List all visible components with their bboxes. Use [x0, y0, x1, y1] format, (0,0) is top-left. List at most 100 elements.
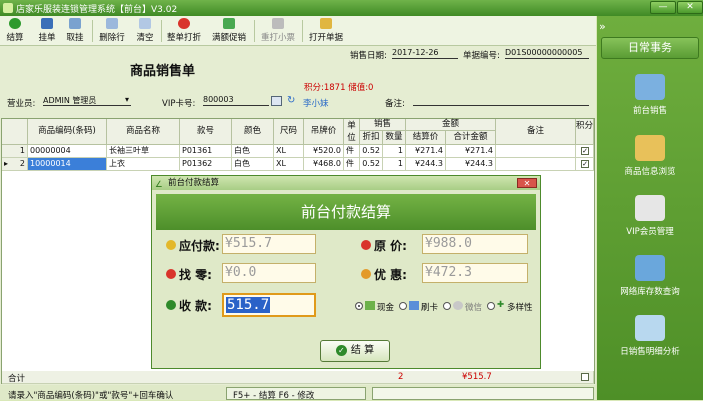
hotkey-text: F5+ - 结算 F6 - 修改	[233, 391, 315, 401]
cell-total[interactable]: ¥271.4	[446, 145, 496, 158]
member-card-icon	[635, 195, 665, 221]
col-header-style[interactable]: 款号	[180, 119, 232, 145]
sale-date-field[interactable]: 2017-12-26	[392, 48, 458, 59]
received-input[interactable]: 515.7	[222, 293, 316, 317]
points-checkbox[interactable]: ✓	[581, 160, 589, 168]
points-checkbox[interactable]: ✓	[581, 147, 589, 155]
col-header-name[interactable]: 商品名称	[107, 119, 180, 145]
row-pointer-icon: ▸	[4, 159, 9, 168]
pay-cash-radio[interactable]	[355, 302, 363, 310]
cell-color[interactable]: 白色	[232, 158, 274, 171]
footer-checkbox[interactable]	[581, 373, 589, 381]
col-header-size[interactable]: 尺码	[274, 119, 304, 145]
col-header-points[interactable]: 积分	[576, 119, 594, 145]
col-header-unit-price[interactable]: 结算价	[406, 131, 446, 145]
cell-name[interactable]: 长袖三叶草	[107, 145, 180, 158]
cell-unit-price[interactable]: ¥244.3	[406, 158, 446, 171]
cell-total[interactable]: ¥244.3	[446, 158, 496, 171]
cell-unit[interactable]: 件	[344, 145, 360, 158]
discount-field[interactable]: ¥472.3	[422, 263, 528, 283]
cell-style[interactable]: P01361	[180, 145, 232, 158]
vip-input[interactable]: 800003	[203, 95, 269, 106]
bill-no-field[interactable]: D01S00000000005	[505, 48, 589, 59]
open-bill-button[interactable]: 打开单据	[307, 18, 345, 44]
col-header-remark[interactable]: 备注	[496, 119, 576, 145]
card-icon[interactable]	[271, 96, 282, 106]
cell-qty[interactable]: 1	[383, 158, 406, 171]
row-index[interactable]: ▸ 2	[2, 158, 28, 171]
payable-field[interactable]: ¥515.7	[222, 234, 316, 254]
checkout-button[interactable]: 结算	[3, 18, 27, 44]
col-header-price[interactable]: 吊牌价	[304, 119, 344, 145]
close-button[interactable]: ✕	[677, 1, 703, 14]
wechat-icon	[453, 301, 463, 310]
received-label: 收 款:	[179, 299, 212, 313]
cell-size[interactable]: XL	[274, 145, 304, 158]
cell-unit[interactable]: 件	[344, 158, 360, 171]
col-group-amount: 金额	[406, 119, 496, 131]
whole-discount-label: 整单打折	[166, 33, 201, 43]
pay-mixed-radio[interactable]	[487, 302, 495, 310]
pay-mixed-label[interactable]: 多样性	[507, 301, 533, 313]
vip-label: VIP卡号:	[162, 99, 196, 109]
cell-remark[interactable]	[496, 145, 576, 158]
cell-price[interactable]: ¥468.0	[304, 158, 344, 171]
col-header-code[interactable]: 商品编码(条码)	[28, 119, 107, 145]
cell-price[interactable]: ¥520.0	[304, 145, 344, 158]
toolbar-divider	[92, 20, 93, 42]
col-header-color[interactable]: 颜色	[232, 119, 274, 145]
discount-label: 优 惠:	[374, 268, 407, 282]
cell-name[interactable]: 上衣	[107, 158, 180, 171]
delete-row-button[interactable]: 删除行	[97, 18, 127, 44]
pay-cash-label[interactable]: 现金	[377, 301, 394, 313]
promotion-button[interactable]: 满额促销	[210, 18, 248, 44]
col-header-qty[interactable]: 数量	[383, 131, 406, 145]
cell-unit-price[interactable]: ¥271.4	[406, 145, 446, 158]
retrieve-hold-button[interactable]: 取挂	[63, 18, 87, 44]
settle-button[interactable]: ✓ 结 算	[320, 340, 390, 362]
pay-wechat-radio[interactable]	[443, 302, 451, 310]
original-price-field[interactable]: ¥988.0	[422, 234, 528, 254]
reprint-button[interactable]: 重打小票	[259, 18, 297, 44]
checkout-label: 结算	[6, 33, 24, 43]
hold-button[interactable]: 挂单	[35, 18, 59, 44]
cell-color[interactable]: 白色	[232, 145, 274, 158]
remark-input[interactable]	[413, 95, 589, 106]
close-icon[interactable]: ✕	[517, 178, 537, 188]
window-title: 店家乐服装连锁管理系统【前台】V3.02	[16, 5, 178, 15]
payment-dialog: ∠ 前台付款结算 ✕ 前台付款结算 应付款: ¥515.7 原 价: ¥988.…	[151, 175, 541, 369]
cell-discount[interactable]: 0.52	[360, 145, 383, 158]
clerk-select[interactable]: ADMIN 管理员 ▾	[43, 95, 131, 106]
col-header-unit[interactable]: 单位	[344, 119, 360, 145]
nav-daily-analysis[interactable]: 日销售明细分析	[601, 313, 699, 365]
minimize-button[interactable]: —	[650, 1, 676, 14]
nav-label: 日销售明细分析	[620, 347, 680, 357]
cell-size[interactable]: XL	[274, 158, 304, 171]
double-chevron-icon[interactable]: »	[599, 20, 606, 33]
cell-code[interactable]: 00000004	[28, 145, 107, 158]
cell-qty[interactable]: 1	[383, 145, 406, 158]
nav-stock-query[interactable]: 网络库存数查询	[601, 253, 699, 305]
row-index[interactable]: 1	[2, 145, 28, 158]
chevron-down-icon[interactable]: ▾	[125, 95, 129, 104]
cell-discount[interactable]: 0.52	[360, 158, 383, 171]
clear-label: 清空	[136, 33, 154, 43]
promotion-label: 满额促销	[211, 33, 246, 43]
pay-wechat-label[interactable]: 微信	[465, 301, 482, 313]
nav-front-sales[interactable]: 前台销售	[601, 72, 699, 124]
clear-button[interactable]: 清空	[133, 18, 157, 44]
open-bill-label: 打开单据	[308, 33, 343, 43]
cash-register-icon	[635, 74, 665, 100]
col-header-total[interactable]: 合计金额	[446, 131, 496, 145]
col-header-discount[interactable]: 折扣	[360, 131, 383, 145]
pay-card-radio[interactable]	[399, 302, 407, 310]
cell-code[interactable]: 10000014	[28, 158, 107, 171]
nav-vip-management[interactable]: VIP会员管理	[601, 193, 699, 245]
refresh-icon[interactable]: ↻	[287, 95, 295, 106]
change-field[interactable]: ¥0.0	[222, 263, 316, 283]
pay-card-label[interactable]: 刷卡	[421, 301, 438, 313]
nav-product-browse[interactable]: 商品信息浏览	[601, 133, 699, 185]
cell-remark[interactable]	[496, 158, 576, 171]
cell-style[interactable]: P01362	[180, 158, 232, 171]
whole-discount-button[interactable]: 整单打折	[166, 18, 202, 44]
